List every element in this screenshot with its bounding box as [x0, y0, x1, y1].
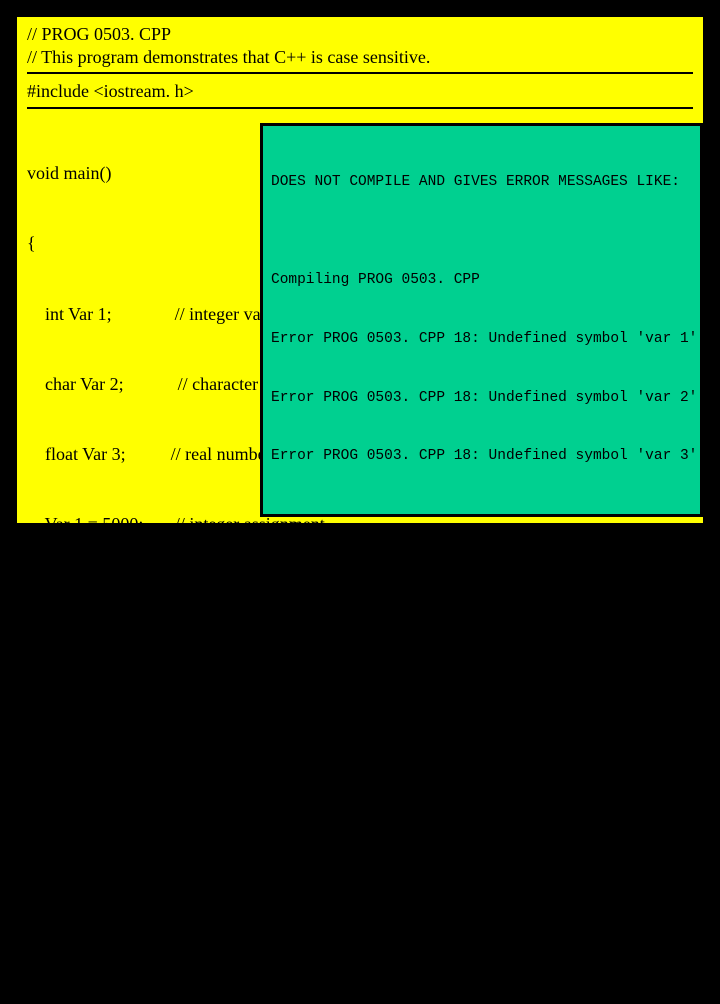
code-line: cout << var 2 << endl; — [27, 794, 693, 817]
code-panel: // PROG 0503. CPP // This program demons… — [14, 14, 706, 526]
code-line: } — [27, 934, 693, 957]
file-header: // PROG 0503. CPP // This program demons… — [27, 23, 693, 68]
compile-line: DOES NOT COMPILE AND GIVES ERROR MESSAGE… — [271, 173, 694, 193]
include-line: #include <iostream. h> — [27, 80, 693, 103]
header-line-1: // PROG 0503. CPP — [27, 23, 693, 46]
compile-line: Error PROG 0503. CPP 18: Undefined symbo… — [271, 447, 694, 467]
compile-line: Compiling PROG 0503. CPP — [271, 271, 694, 291]
divider-2 — [27, 107, 693, 109]
compile-line: Error PROG 0503. CPP 18: Undefined symbo… — [271, 389, 694, 409]
code-line: Var 3 = 3. 14159; // real number assignm… — [27, 653, 693, 676]
compiler-output-box: DOES NOT COMPILE AND GIVES ERROR MESSAGE… — [260, 123, 703, 517]
divider-1 — [27, 72, 693, 74]
code-line: cout << var 1 << endl; — [27, 724, 693, 747]
code-line: cout << var 3 << endl; — [27, 864, 693, 887]
header-line-2: // This program demonstrates that C++ is… — [27, 46, 693, 69]
compile-line: Error PROG 0503. CPP 18: Undefined symbo… — [271, 330, 694, 350]
code-line: Var 2 = 'A'; // character assignment — [27, 583, 693, 606]
